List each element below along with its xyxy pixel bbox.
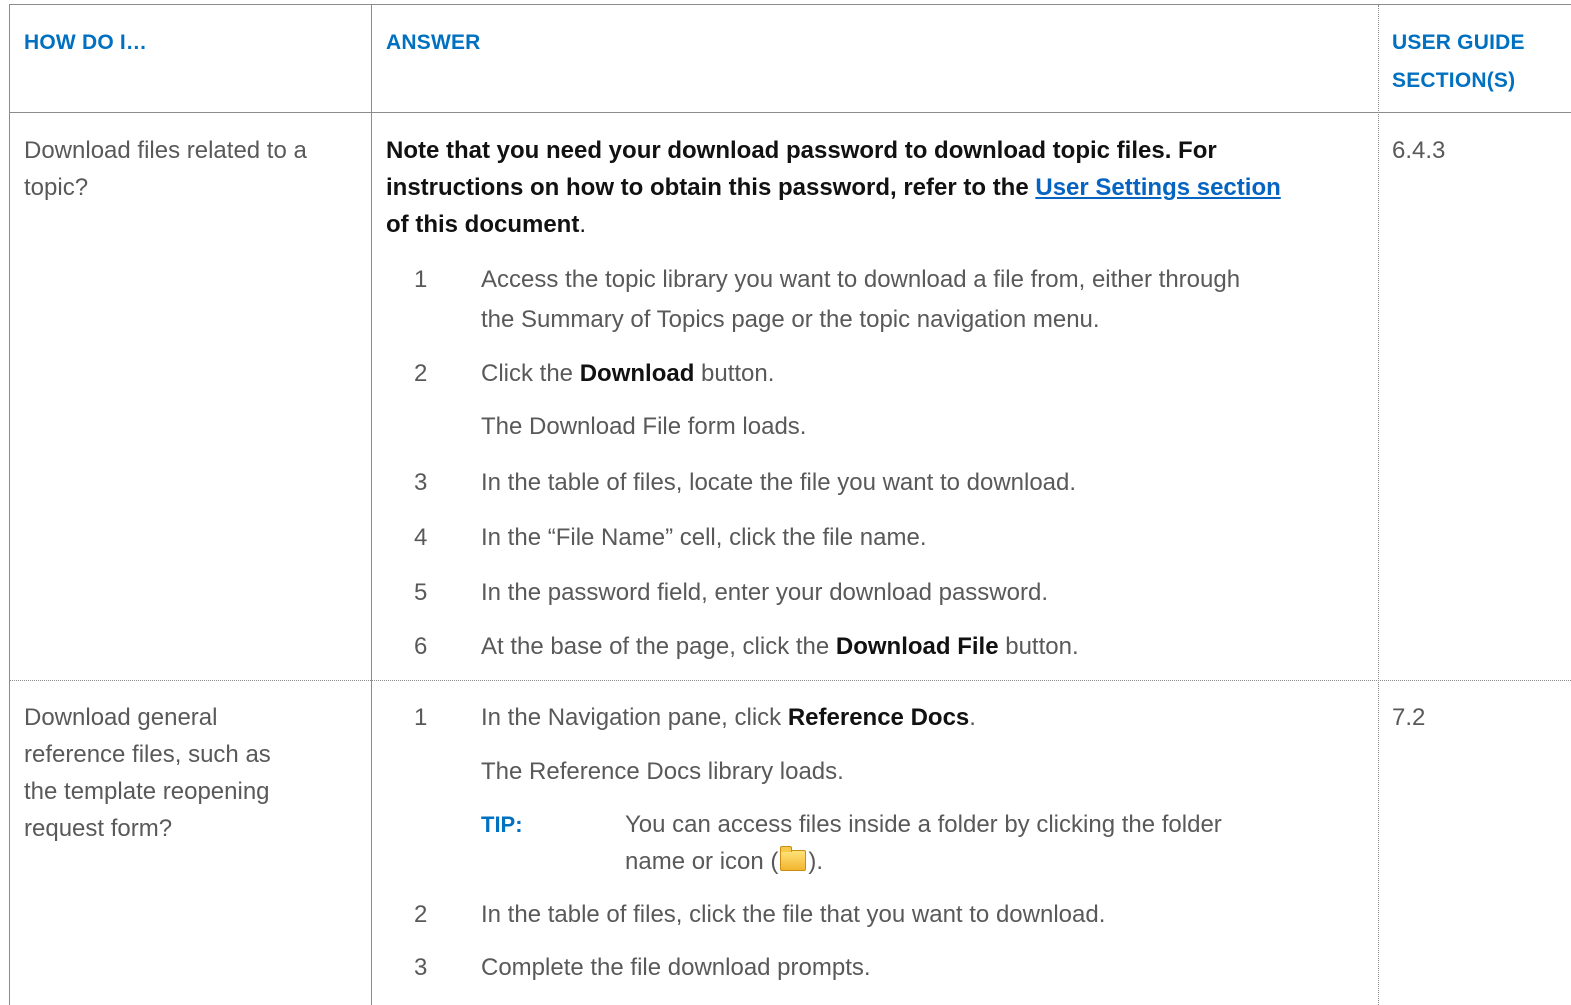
header-user-guide: USER GUIDE [1392,31,1525,54]
step-text-before: In the Navigation pane, click [481,704,788,731]
step-text: In the Navigation pane, click Reference … [481,698,1371,738]
step-number: 6 [414,633,428,660]
step-number: 1 [414,266,428,293]
note-line-3-text: of this document [386,211,580,238]
row2-question-line: reference files, such as [24,741,271,768]
step-text: Access the topic library you want to dow… [481,260,1371,340]
column-divider-1 [371,5,372,1005]
header-divider [9,112,1571,113]
row1-question: Download files related to a topic? [24,132,369,206]
row1-step-2-result: The Download File form loads. [481,413,807,440]
row1-section: 6.4.3 [1392,137,1446,164]
reference-docs-label: Reference Docs [787,704,970,731]
step-text: In the table of files, locate the file y… [481,469,1077,496]
tip-text: You can access files inside a folder by … [625,806,1365,880]
row1-question-line: Download files related to a [24,137,307,164]
step-text: In the password field, enter your downlo… [481,579,1048,606]
row2-question-line: the template reopening [24,778,270,805]
step-number: 3 [414,469,428,496]
step-number: 2 [414,360,428,387]
step-text: Click the Download button. [481,354,1371,394]
tip-text-after-icon: ). [808,848,824,875]
column-divider-2 [1378,5,1379,1005]
user-settings-link[interactable]: User Settings section [1035,174,1280,201]
header-answer: ANSWER [386,31,481,54]
step-number: 1 [414,704,428,731]
step-number: 5 [414,579,428,606]
row1-note: Note that you need your download passwor… [386,132,1371,243]
row2-step-1-result: The Reference Docs library loads. [481,758,844,785]
note-line-3-period: . [579,211,586,238]
note-line-2: instructions on how to obtain this passw… [386,169,1371,206]
step-number: 3 [414,954,428,981]
step-number: 4 [414,524,428,551]
header-sections: SECTION(S) [1392,69,1516,92]
tip-label: TIP: [481,812,523,837]
step-text-before: Click the [481,360,580,387]
row-divider [9,680,1571,681]
download-button-label: Download [579,360,695,387]
step-text: Complete the file download prompts. [481,954,871,981]
tip-text-line-2: name or icon (). [625,843,1365,880]
row2-question-line: Download general [24,704,218,731]
step-text-line: Access the topic library you want to dow… [481,266,1241,293]
step-text: At the base of the page, click the Downl… [481,627,1371,667]
step-text-line: the Summary of Topics page or the topic … [481,306,1100,333]
row2-section: 7.2 [1392,704,1426,731]
row2-question-line: request form? [24,815,173,842]
step-number: 2 [414,901,428,928]
row2-question: Download general reference files, such a… [24,699,369,847]
step-text: In the table of files, click the file th… [481,901,1106,928]
folder-icon [780,846,807,871]
row1-question-line: topic? [24,174,89,201]
note-line-3: of this document. [386,206,1371,243]
tip-text-before-icon: name or icon ( [625,848,779,875]
note-line-2-text: instructions on how to obtain this passw… [386,174,1036,201]
tip-text-line-1: You can access files inside a folder by … [625,811,1222,838]
step-text-after: button. [998,633,1079,660]
download-file-button-label: Download File [835,633,999,660]
step-text: In the “File Name” cell, click the file … [481,524,927,551]
step-text-before: At the base of the page, click the [481,633,836,660]
step-text-after: . [969,704,976,731]
note-line-1: Note that you need your download passwor… [386,137,1217,164]
header-how-do-i: HOW DO I… [24,31,148,54]
step-text-after: button. [694,360,775,387]
